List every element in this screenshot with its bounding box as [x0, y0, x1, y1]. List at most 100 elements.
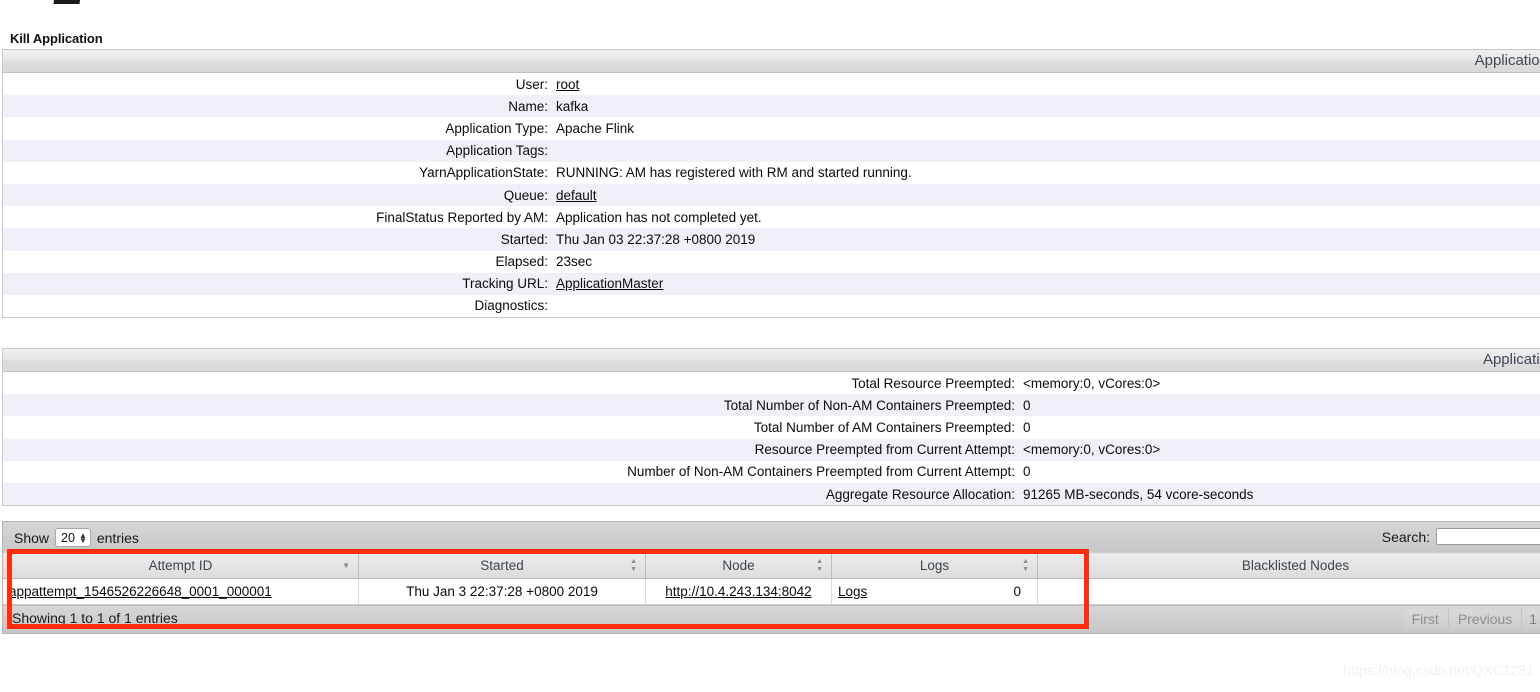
row-label: Resource Preempted from Current Attempt:	[754, 442, 1015, 458]
user-link[interactable]: root	[556, 77, 579, 92]
row-value: 91265 MB-seconds, 54 vcore-seconds	[1023, 486, 1254, 502]
search-control: Search:	[1382, 528, 1540, 545]
row-value: 23sec	[556, 254, 593, 270]
row-value: Apache Flink	[556, 120, 635, 136]
row-value: RUNNING: AM has registered with RM and s…	[556, 165, 912, 181]
row-value: 0	[1023, 397, 1031, 413]
row-label: Queue:	[503, 187, 548, 203]
table-row: Aggregate Resource Allocation: 91265 MB-…	[3, 482, 1540, 506]
table-row: Application Tags:	[3, 139, 1540, 162]
row-value: 0	[1023, 419, 1031, 435]
search-label: Search:	[1381, 528, 1430, 545]
tracking-url-link[interactable]: ApplicationMaster	[556, 276, 663, 291]
page-length-value: 20	[61, 530, 75, 545]
row-label: Application Tags:	[446, 143, 548, 159]
sort-both-icon: ▲ ▼	[630, 557, 637, 573]
row-value: <memory:0, vCores:0>	[1023, 442, 1161, 458]
attempts-table: Attempt ID ▼ Started ▲ ▼ Node ▲ ▼ Logs ▲ ▼	[3, 552, 1540, 605]
row-value: ApplicationMaster	[556, 276, 663, 291]
column-label: Started	[480, 558, 524, 573]
row-label: Total Number of AM Containers Preempted:	[753, 419, 1015, 435]
table-row: Tracking URL: ApplicationMaster	[3, 272, 1540, 295]
row-label: Application Type:	[445, 120, 548, 136]
table-row: FinalStatus Reported by AM: Application …	[3, 206, 1540, 229]
yarn-application-page: Kill Application Application User: root …	[0, 0, 1540, 692]
column-label: Attempt ID	[148, 558, 213, 573]
application-metrics-title: Applicatio	[1482, 351, 1540, 368]
sort-both-icon: ▲ ▼	[816, 557, 823, 573]
application-metrics-header: Applicatio	[3, 349, 1540, 372]
application-overview-header: Application	[3, 50, 1540, 73]
stepper-icon: ▲ ▼	[78, 530, 87, 545]
column-header-started[interactable]: Started ▲ ▼	[358, 552, 646, 579]
table-row: Application Type: Apache Flink	[3, 117, 1540, 140]
pagination-page-1[interactable]: 1	[1522, 609, 1540, 629]
attempt-id-link[interactable]: appattempt_1546526226648_0001_000001	[9, 584, 272, 599]
cell-attempt-id: appattempt_1546526226648_0001_000001	[3, 578, 359, 605]
blacklisted-count: 0	[1013, 584, 1021, 599]
column-label: Logs	[919, 558, 950, 573]
row-label: Started:	[500, 231, 548, 247]
entries-label: entries	[96, 529, 139, 546]
column-header-blacklisted-nodes[interactable]: Blacklisted Nodes	[1037, 552, 1540, 579]
table-row: Total Resource Preempted: <memory:0, vCo…	[3, 372, 1540, 395]
application-overview-title: Application	[1474, 52, 1540, 69]
row-label: Tracking URL:	[462, 276, 548, 292]
kill-application-label[interactable]: Kill Application	[10, 31, 103, 46]
show-label: Show	[14, 529, 50, 546]
table-row: Queue: default	[3, 183, 1540, 207]
cell-logs: Logs 0	[831, 578, 1038, 605]
table-row: Resource Preempted from Current Attempt:…	[3, 438, 1540, 461]
table-row: Diagnostics:	[3, 294, 1540, 318]
row-label: Diagnostics:	[474, 298, 548, 314]
queue-link[interactable]: default	[556, 188, 597, 203]
table-header-row: Attempt ID ▼ Started ▲ ▼ Node ▲ ▼ Logs ▲ ▼	[3, 552, 1540, 579]
column-header-logs[interactable]: Logs ▲ ▼	[831, 552, 1038, 579]
watermark: https://blog.csdn.net/QXC1281	[1343, 662, 1534, 678]
cell-started: Thu Jan 3 22:37:28 +0800 2019	[358, 578, 646, 605]
table-row: Started: Thu Jan 03 22:37:28 +0800 2019	[3, 228, 1540, 251]
pagination: First Previous 1 Ne	[1402, 609, 1540, 629]
cell-blacklisted-nodes	[1037, 578, 1540, 605]
row-value: root	[556, 77, 579, 92]
row-value: kafka	[556, 98, 589, 114]
row-label: User:	[515, 76, 548, 92]
row-value: default	[556, 188, 597, 203]
row-label: Total Resource Preempted:	[851, 375, 1015, 391]
table-row: appattempt_1546526226648_0001_000001 Thu…	[3, 578, 1540, 605]
column-header-attempt-id[interactable]: Attempt ID ▼	[3, 552, 359, 579]
datatable-footer: Showing 1 to 1 of 1 entries First Previo…	[3, 605, 1540, 633]
application-metrics-table: Applicatio Total Resource Preempted: <me…	[2, 348, 1540, 507]
row-label: FinalStatus Reported by AM:	[376, 209, 548, 225]
application-overview-table: Application User: root Name: kafka Appli…	[2, 49, 1540, 319]
row-label: Number of Non-AM Containers Preempted fr…	[627, 464, 1015, 480]
datatable-info: Showing 1 to 1 of 1 entries	[12, 610, 178, 626]
datatable-toolbar: Show 20 ▲ ▼ entries Search:	[3, 522, 1540, 552]
logs-link[interactable]: Logs	[838, 584, 867, 599]
page-length-control: Show 20 ▲ ▼ entries	[14, 528, 139, 547]
row-label: Aggregate Resource Allocation:	[825, 486, 1015, 502]
row-label: YarnApplicationState:	[419, 165, 548, 181]
sort-desc-icon: ▼	[342, 560, 350, 570]
node-link[interactable]: http://10.4.243.134:8042	[665, 584, 811, 599]
site-logo-icon	[53, 0, 83, 4]
table-row: Number of Non-AM Containers Preempted fr…	[3, 460, 1540, 483]
sort-both-icon: ▲ ▼	[1022, 557, 1029, 573]
row-label: Total Number of Non-AM Containers Preemp…	[723, 397, 1015, 413]
table-row: Total Number of AM Containers Preempted:…	[3, 416, 1540, 439]
column-header-node[interactable]: Node ▲ ▼	[645, 552, 832, 579]
table-row: Total Number of Non-AM Containers Preemp…	[3, 394, 1540, 417]
table-row: Elapsed: 23sec	[3, 250, 1540, 273]
page-length-select[interactable]: 20 ▲ ▼	[55, 528, 91, 547]
row-value: <memory:0, vCores:0>	[1023, 375, 1161, 391]
row-value: 0	[1023, 464, 1031, 480]
pagination-first[interactable]: First	[1402, 609, 1449, 629]
table-row: Name: kafka	[3, 95, 1540, 118]
search-input[interactable]	[1436, 528, 1540, 545]
row-label: Name:	[508, 98, 548, 114]
table-row: YarnApplicationState: RUNNING: AM has re…	[3, 161, 1540, 184]
cell-node: http://10.4.243.134:8042	[645, 578, 832, 605]
row-value: Thu Jan 03 22:37:28 +0800 2019	[556, 231, 756, 247]
pagination-previous[interactable]: Previous	[1448, 609, 1523, 629]
column-label: Blacklisted Nodes	[1241, 558, 1350, 573]
